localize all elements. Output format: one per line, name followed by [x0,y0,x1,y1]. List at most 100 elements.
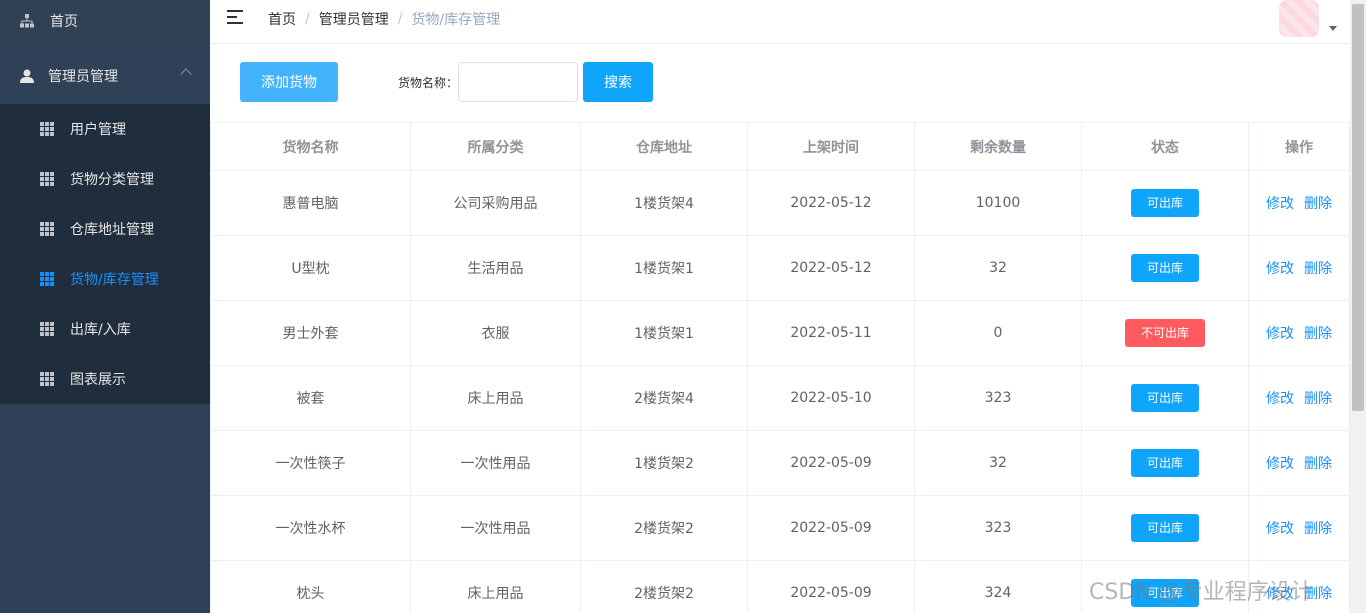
edit-link[interactable]: 修改 [1266,261,1294,277]
grid-icon [40,272,54,286]
sidebar-item-home[interactable]: 首页 [0,0,210,42]
sidebar-item-label: 出库/入库 [70,322,131,338]
sidebar-item-label: 首页 [50,14,78,30]
status-badge: 可出库 [1131,514,1199,542]
cell-name: 惠普电脑 [210,170,411,236]
table-header-row: 货物名称 所属分类 仓库地址 上架时间 剩余数量 状态 操作 [210,122,1350,171]
grid-icon [40,322,54,336]
cell-name: 一次性水杯 [210,495,411,561]
cell-quantity: 32 [914,235,1082,301]
cell-status: 可出库 [1081,495,1249,561]
cell-quantity: 323 [914,365,1082,431]
cell-date: 2022-05-11 [747,300,915,366]
sidebar-item-locations[interactable]: 仓库地址管理 [0,204,210,254]
cell-status: 可出库 [1081,235,1249,301]
sidebar-item-categories[interactable]: 货物分类管理 [0,154,210,204]
column-header: 仓库地址 [580,122,748,171]
chevron-up-icon [180,68,192,80]
status-badge: 可出库 [1131,449,1199,477]
add-goods-button[interactable]: 添加货物 [240,62,338,102]
sitemap-icon [20,14,34,28]
cell-actions: 修改 删除 [1248,235,1350,301]
edit-link[interactable]: 修改 [1266,456,1294,472]
sidebar: 首页 管理员管理 用户管理 货物分类管理 仓库地址管理 货物/库存管理 出库/入… [0,0,210,613]
breadcrumb-current: 货物/库存管理 [411,12,501,28]
delete-link[interactable]: 删除 [1304,326,1332,342]
cell-actions: 修改 删除 [1248,365,1350,431]
cell-name: U型枕 [210,235,411,301]
grid-icon [40,172,54,186]
scrollbar-thumb[interactable] [1352,4,1364,411]
column-header: 操作 [1248,122,1350,171]
cell-location: 1楼货架1 [580,235,748,301]
sidebar-item-users[interactable]: 用户管理 [0,104,210,154]
cell-actions: 修改 删除 [1248,170,1350,236]
grid-icon [40,222,54,236]
column-header: 上架时间 [747,122,915,171]
top-navbar: 首页 / 管理员管理 / 货物/库存管理 [210,0,1350,44]
delete-link[interactable]: 删除 [1304,196,1332,212]
cell-location: 2楼货架2 [580,560,748,613]
search-button[interactable]: 搜索 [583,62,653,102]
cell-date: 2022-05-09 [747,495,915,561]
breadcrumb-separator: / [397,11,403,27]
cell-location: 1楼货架2 [580,430,748,496]
table-row: 一次性水杯 一次性用品 2楼货架2 2022-05-09 323 可出库 修改 删除 [210,495,1350,561]
cell-quantity: 0 [914,300,1082,366]
delete-link[interactable]: 删除 [1304,456,1332,472]
cell-location: 2楼货架2 [580,495,748,561]
sidebar-submenu: 用户管理 货物分类管理 仓库地址管理 货物/库存管理 出库/入库 图表展示 [0,104,210,404]
avatar[interactable] [1279,0,1319,37]
cell-location: 2楼货架4 [580,365,748,431]
cell-date: 2022-05-12 [747,235,915,301]
delete-link[interactable]: 删除 [1304,261,1332,277]
caret-down-icon[interactable] [1329,26,1337,31]
status-badge: 可出库 [1131,189,1199,217]
breadcrumb-parent[interactable]: 管理员管理 [319,9,389,29]
status-badge: 不可出库 [1125,319,1205,347]
edit-link[interactable]: 修改 [1266,326,1294,342]
cell-category: 床上用品 [410,365,581,431]
cell-status: 可出库 [1081,170,1249,236]
column-header: 剩余数量 [914,122,1082,171]
sidebar-item-charts[interactable]: 图表展示 [0,354,210,404]
cell-name: 枕头 [210,560,411,613]
cell-name: 被套 [210,365,411,431]
column-header: 货物名称 [210,122,411,171]
sidebar-group-label: 管理员管理 [48,69,118,85]
cell-status: 可出库 [1081,365,1249,431]
edit-link[interactable]: 修改 [1266,196,1294,212]
sidebar-item-label: 图表展示 [70,372,126,388]
cell-name: 男士外套 [210,300,411,366]
goods-table: 货物名称 所属分类 仓库地址 上架时间 剩余数量 状态 操作 惠普电脑 公司采购用… [210,122,1350,613]
column-header: 状态 [1081,122,1249,171]
cell-actions: 修改 删除 [1248,495,1350,561]
sidebar-item-label: 货物/库存管理 [70,272,159,288]
goods-name-search-input[interactable] [458,62,578,102]
delete-link[interactable]: 删除 [1304,391,1332,407]
cell-status: 不可出库 [1081,300,1249,366]
cell-location: 1楼货架4 [580,170,748,236]
cell-quantity: 10100 [914,170,1082,236]
breadcrumb-home[interactable]: 首页 [268,9,296,29]
table-row: 一次性筷子 一次性用品 1楼货架2 2022-05-09 32 可出库 修改 删除 [210,430,1350,496]
sidebar-item-inventory[interactable]: 货物/库存管理 [0,254,210,304]
grid-icon [40,372,54,386]
vertical-scrollbar[interactable] [1350,0,1366,613]
breadcrumb-separator: / [305,11,310,27]
table-row: U型枕 生活用品 1楼货架1 2022-05-12 32 可出库 修改 删除 [210,235,1350,301]
cell-category: 公司采购用品 [410,170,581,236]
cell-date: 2022-05-09 [747,430,915,496]
column-header: 所属分类 [410,122,581,171]
sidebar-item-stock-io[interactable]: 出库/入库 [0,304,210,354]
hamburger-menu-icon[interactable] [227,10,243,24]
sidebar-group-admin[interactable]: 管理员管理 [0,48,210,104]
cell-category: 一次性用品 [410,495,581,561]
table-row: 男士外套 衣服 1楼货架1 2022-05-11 0 不可出库 修改 删除 [210,300,1350,366]
watermark: CSDN @专业程序设计 [1089,580,1313,605]
sidebar-item-label: 用户管理 [70,122,126,138]
edit-link[interactable]: 修改 [1266,521,1294,537]
edit-link[interactable]: 修改 [1266,391,1294,407]
delete-link[interactable]: 删除 [1304,521,1332,537]
cell-category: 床上用品 [410,560,581,613]
